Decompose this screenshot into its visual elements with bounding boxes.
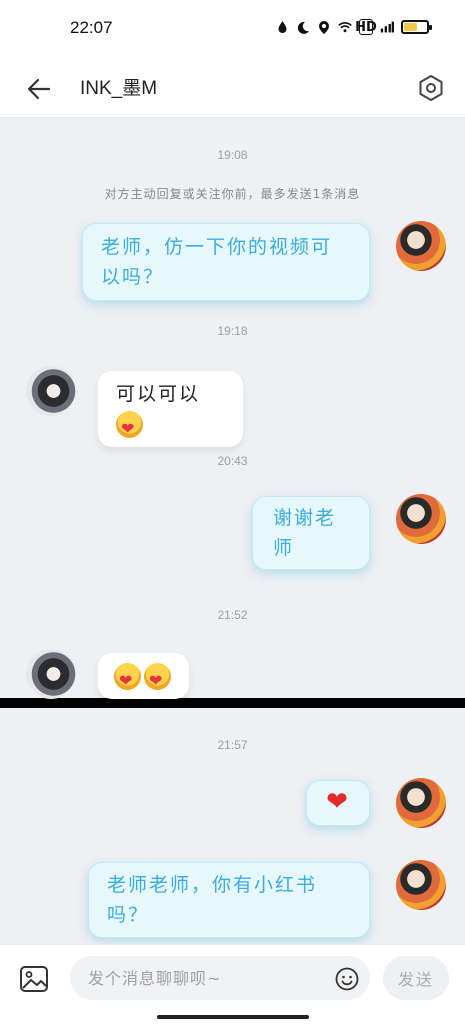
status-time: 22:07 xyxy=(70,18,113,37)
message-text: 老师，仿一下你的视频可以吗？ xyxy=(101,236,333,288)
heart-hug-emoji xyxy=(114,663,141,690)
emoji-button[interactable] xyxy=(334,966,360,992)
moon-icon xyxy=(296,19,310,35)
timestamp: 19:18 xyxy=(217,324,248,338)
incoming-message[interactable] xyxy=(98,653,189,699)
timestamp: 20:43 xyxy=(217,454,248,468)
message-text: 谢谢老师 xyxy=(273,507,337,559)
my-avatar[interactable] xyxy=(396,778,446,828)
message-input[interactable] xyxy=(70,956,370,1000)
my-avatar[interactable] xyxy=(396,494,446,544)
incoming-message[interactable]: 可以可以 xyxy=(98,371,243,447)
hd-icon: HD xyxy=(355,19,377,35)
message-list[interactable]: 19:08 对方主动回复或关注你前，最多发送1条消息 老师，仿一下你的视频可以吗… xyxy=(0,118,465,944)
hexagon-settings-icon xyxy=(419,75,443,101)
my-avatar[interactable] xyxy=(396,221,446,271)
conversation-title: INK_墨M xyxy=(80,78,158,99)
outgoing-message[interactable]: 谢谢老师 xyxy=(252,496,370,570)
water-drop-icon xyxy=(275,19,289,35)
message-text: 老师老师，你有小红书吗？ xyxy=(107,874,318,926)
send-button[interactable]: 发送 xyxy=(383,956,449,1000)
screenshot-divider xyxy=(0,698,465,708)
timestamp: 19:08 xyxy=(217,148,248,162)
peer-avatar[interactable] xyxy=(26,649,76,699)
message-composer: 发送 xyxy=(0,944,465,1024)
message-text: 可以可以 xyxy=(116,383,201,405)
signal-icon xyxy=(380,19,394,35)
status-icons: HD xyxy=(275,19,432,35)
message-limit-notice: 对方主动回复或关注你前，最多发送1条消息 xyxy=(104,187,361,201)
chat-header: INK_墨M xyxy=(0,60,465,118)
peer-avatar[interactable] xyxy=(26,366,76,416)
home-indicator[interactable] xyxy=(157,1015,309,1019)
timestamp: 21:57 xyxy=(217,738,248,752)
status-bar: 22:07 HD xyxy=(0,0,465,60)
chat-settings-button[interactable] xyxy=(413,70,449,106)
outgoing-message[interactable]: ❤ xyxy=(306,780,370,826)
timestamp: 21:52 xyxy=(217,608,248,622)
outgoing-message[interactable]: 老师，仿一下你的视频可以吗？ xyxy=(82,223,370,301)
heart-emoji: ❤ xyxy=(326,787,350,817)
smiley-icon xyxy=(335,967,359,991)
battery-level xyxy=(404,23,417,31)
location-icon xyxy=(317,19,331,35)
send-image-button[interactable] xyxy=(18,963,50,995)
heart-hug-emoji xyxy=(144,663,171,690)
battery-icon xyxy=(401,20,432,34)
outgoing-message[interactable]: 老师老师，你有小红书吗？ xyxy=(88,862,370,938)
heart-hug-emoji xyxy=(116,411,143,438)
wifi-icon xyxy=(338,19,352,35)
image-icon xyxy=(20,966,48,992)
my-avatar[interactable] xyxy=(396,860,446,910)
arrow-left-icon xyxy=(27,78,51,100)
back-button[interactable] xyxy=(22,72,56,106)
